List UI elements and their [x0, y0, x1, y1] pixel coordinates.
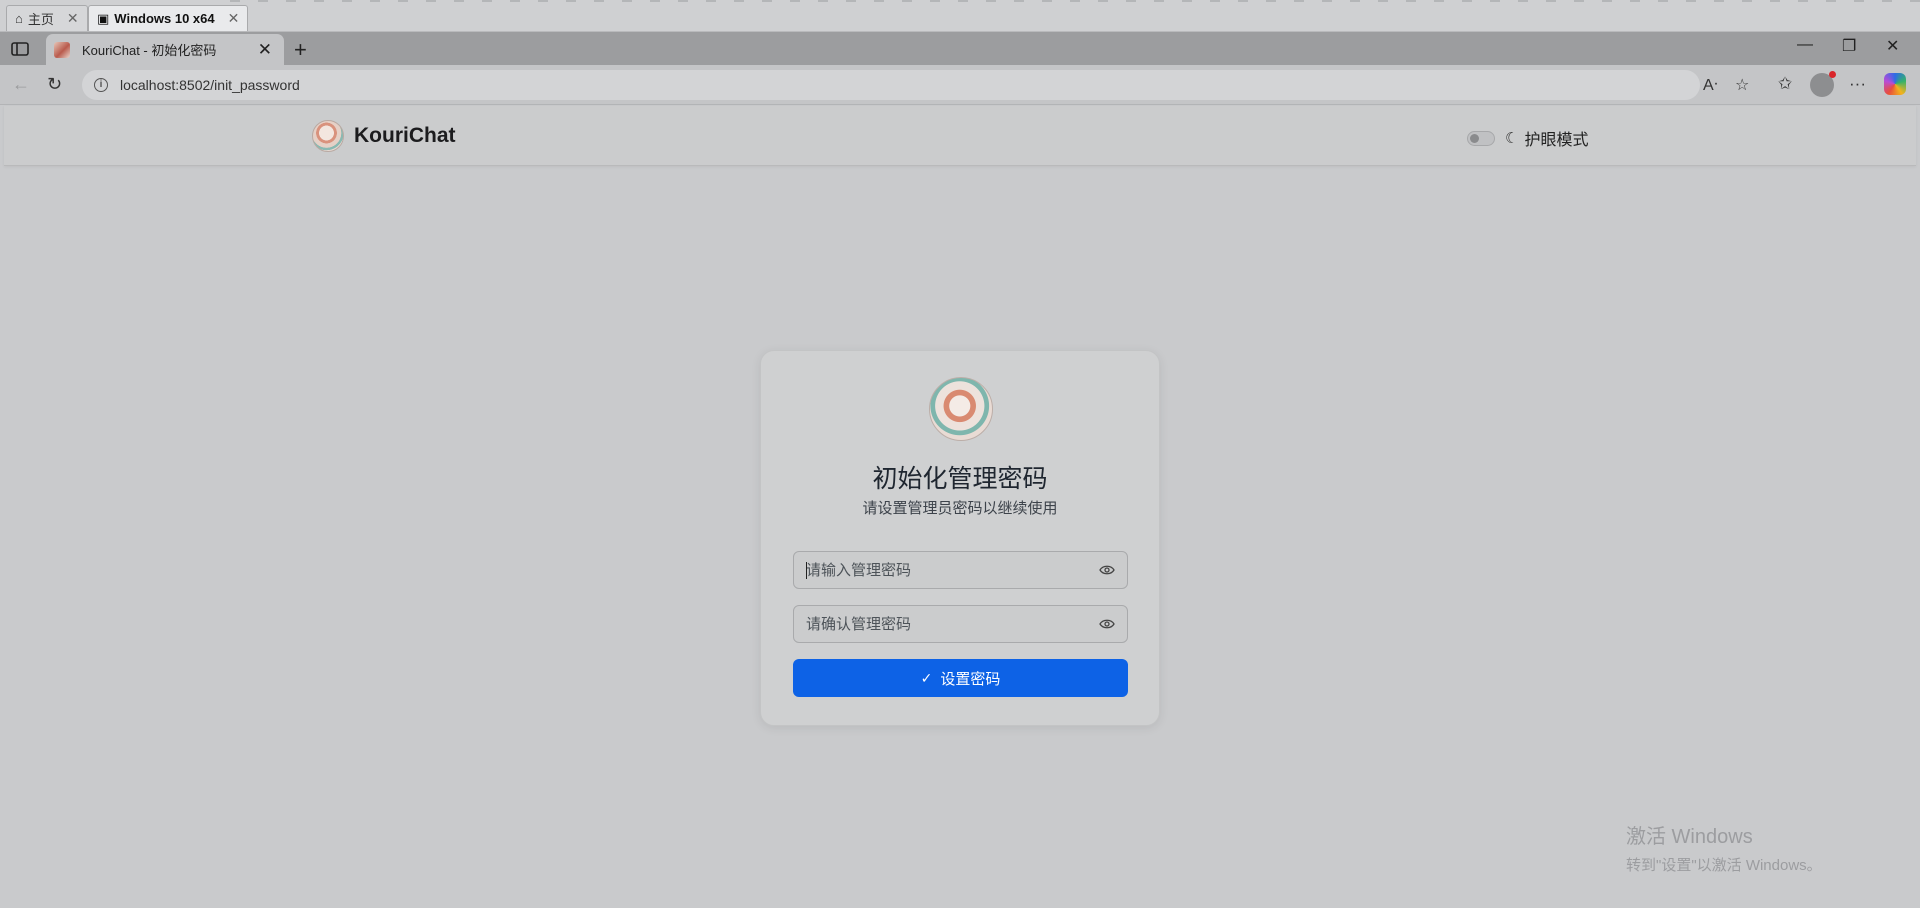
vm-tab-label: 主页 — [27, 12, 54, 27]
close-icon[interactable]: ✕ — [67, 10, 79, 27]
show-confirm-eye-icon[interactable] — [1099, 616, 1115, 632]
url-text: localhost:8502/init_password — [120, 77, 300, 93]
more-icon[interactable]: ··· — [1849, 74, 1866, 94]
eye-mode-switch[interactable]: ☾ 护眼模式 — [1467, 126, 1588, 150]
card-subtitle: 请设置管理员密码以继续使用 — [862, 500, 1058, 517]
kourichat-favicon-icon — [54, 41, 70, 58]
check-icon: ✓ — [920, 669, 933, 686]
brand-name: KouriChat — [354, 124, 456, 147]
password-input[interactable] — [806, 561, 1099, 579]
init-password-card: 初始化管理密码 请设置管理员密码以继续使用 ✓ 设置密码 — [760, 350, 1160, 726]
close-icon[interactable]: ✕ — [228, 10, 240, 27]
brand[interactable]: KouriChat — [312, 120, 456, 152]
moon-icon: ☾ — [1505, 130, 1519, 147]
watermark-line1: 激活 Windows — [1626, 826, 1753, 848]
set-password-label: 设置密码 — [940, 670, 1001, 688]
password-field[interactable] — [793, 551, 1128, 589]
read-aloud-icon[interactable]: Aᐧ — [1703, 75, 1718, 95]
restore-icon[interactable]: ❐ — [1842, 36, 1856, 56]
browser-tab-active[interactable]: KouriChat - 初始化密码 ✕ — [46, 34, 284, 65]
info-icon[interactable]: i — [94, 78, 108, 92]
vm-icon: ▣ — [97, 10, 110, 26]
address-bar[interactable]: i localhost:8502/init_password — [82, 70, 1700, 100]
profile-avatar[interactable] — [1810, 71, 1836, 97]
close-window-icon[interactable]: ✕ — [1886, 36, 1899, 56]
minimize-icon[interactable]: — — [1797, 36, 1813, 54]
confirm-password-field[interactable] — [793, 605, 1128, 643]
home-icon: ⌂ — [15, 11, 23, 26]
new-tab-icon[interactable]: + — [294, 37, 307, 63]
page: KouriChat ☾ 护眼模式 初始化管理密码 请设置管理员密码以继续使用 ✓… — [4, 106, 1916, 908]
confirm-password-input[interactable] — [806, 615, 1099, 633]
vm-tab-home[interactable]: ⌂ 主页 ✕ — [6, 5, 88, 31]
app-header: KouriChat ☾ 护眼模式 — [4, 106, 1916, 166]
activation-watermark: 激活 Windows 转到"设置"以激活 Windows。 — [1626, 820, 1822, 875]
vm-tab-label: Windows 10 x64 — [114, 11, 215, 26]
vm-tab-strip: ⌂ 主页 ✕ ▣ Windows 10 x64 ✕ — [0, 0, 1920, 32]
show-password-eye-icon[interactable] — [1099, 562, 1115, 578]
vm-tab-windows[interactable]: ▣ Windows 10 x64 ✕ — [88, 5, 249, 31]
browser-tab-row: KouriChat - 初始化密码 ✕ + — [0, 32, 1920, 65]
back-icon[interactable]: ← — [12, 74, 30, 95]
watermark-line2: 转到"设置"以激活 Windows。 — [1626, 857, 1822, 874]
set-password-button[interactable]: ✓ 设置密码 — [793, 659, 1128, 697]
refresh-icon[interactable]: ↻ — [47, 74, 62, 95]
browser-tab-title: KouriChat - 初始化密码 — [82, 43, 217, 58]
tab-actions-icon[interactable] — [10, 39, 30, 59]
eye-mode-toggle[interactable] — [1467, 130, 1495, 146]
eye-mode-label: 护眼模式 — [1524, 132, 1589, 149]
address-bar-row: ← ↻ i localhost:8502/init_password Aᐧ ☆ … — [0, 65, 1920, 105]
close-tab-icon[interactable]: ✕ — [258, 40, 272, 60]
card-avatar — [929, 377, 993, 441]
favorite-star-icon[interactable]: ☆ — [1735, 75, 1749, 95]
card-title: 初始化管理密码 — [872, 465, 1048, 493]
copilot-icon[interactable] — [1884, 73, 1906, 95]
logo-avatar — [312, 120, 344, 152]
favorites-icon[interactable]: ✩ — [1778, 74, 1792, 94]
